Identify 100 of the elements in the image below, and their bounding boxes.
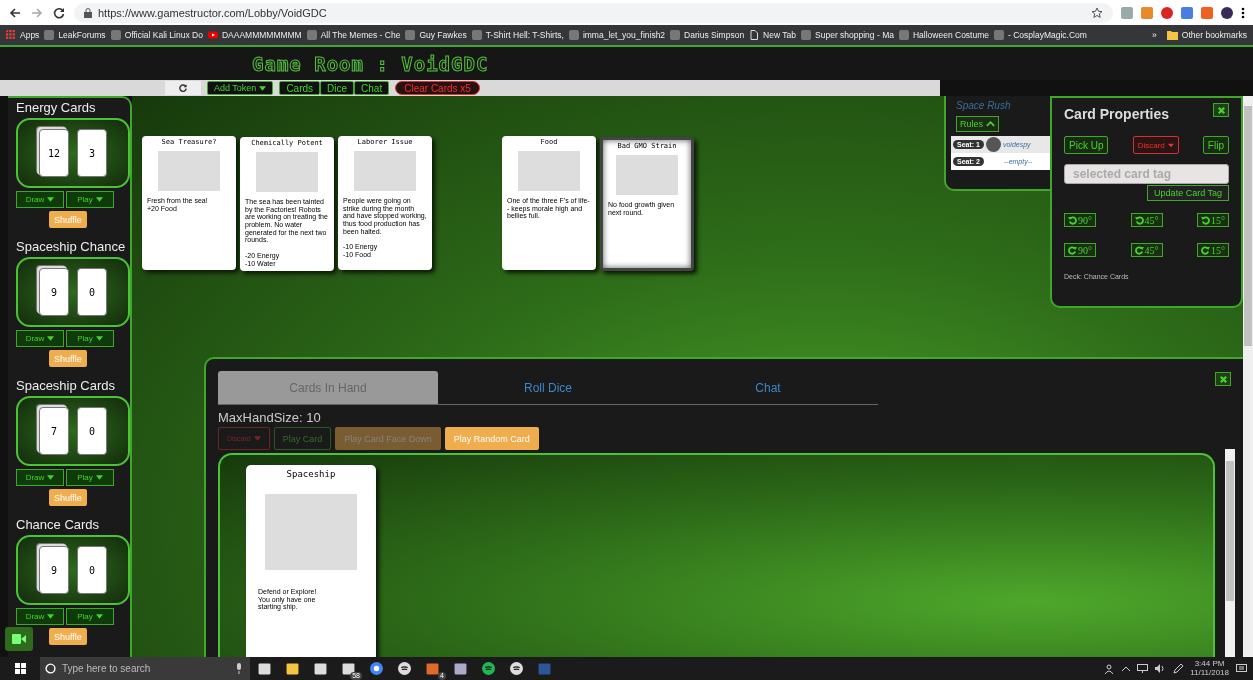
flip-button[interactable]: Flip <box>1202 136 1229 154</box>
rotate-button[interactable]: 15° <box>1197 213 1229 227</box>
deck-name: Energy Cards <box>16 100 96 115</box>
site-icon <box>471 30 482 40</box>
menu-icon[interactable] <box>1241 6 1245 19</box>
pen-icon[interactable] <box>1173 663 1184 674</box>
profile-avatar[interactable] <box>1221 6 1233 19</box>
speaker-icon[interactable] <box>1155 664 1167 673</box>
windows-logo-icon[interactable] <box>14 663 26 674</box>
discard-pile[interactable]: 3 <box>77 129 107 177</box>
bookmark-link[interactable]: Official Kali Linux Do <box>124 30 203 40</box>
caret-icon <box>47 614 55 619</box>
bookmark-link[interactable]: Darius Simpson <box>684 30 745 40</box>
play-button[interactable]: Play <box>66 330 114 347</box>
rotate-button[interactable]: 90° <box>1064 213 1096 227</box>
music-icon[interactable] <box>481 662 495 675</box>
bookmark-link[interactable]: imma_let_you_finish2 <box>582 30 666 40</box>
play-button[interactable]: Play <box>66 469 114 486</box>
browser-icon[interactable] <box>369 662 383 675</box>
refresh-button[interactable] <box>165 81 201 95</box>
scrollbar[interactable] <box>1225 449 1235 657</box>
caret-icon <box>95 336 103 341</box>
view-button[interactable]: Chat <box>354 81 390 95</box>
avatar <box>985 137 1001 152</box>
caret-icon <box>47 197 55 202</box>
tab[interactable]: Chat <box>658 371 878 404</box>
update-tag-button[interactable]: Update Card Tag <box>1147 185 1229 201</box>
page-title: Game Room : VoidGDC <box>252 52 489 75</box>
view-button[interactable]: Cards <box>279 81 321 95</box>
bookmark-link[interactable]: Super shopping - Ma <box>815 30 894 40</box>
deck-name: Spaceship Cards <box>16 378 115 393</box>
reload-icon[interactable] <box>52 5 66 20</box>
bookmark-link[interactable]: Guy Fawkes <box>419 30 467 40</box>
site-icon <box>44 30 55 40</box>
draw-pile[interactable]: 12 <box>39 129 69 177</box>
extension-icon[interactable] <box>1141 6 1153 19</box>
microphone-icon[interactable] <box>236 663 242 674</box>
more-bookmarks-button[interactable]: » <box>1152 30 1157 40</box>
draw-pile[interactable]: 9 <box>39 268 69 316</box>
draw-pile[interactable]: 7 <box>39 407 69 455</box>
discard-pile[interactable]: 0 <box>77 407 107 455</box>
card-tag-field[interactable]: selected card tag <box>1064 164 1229 184</box>
card-title: Spaceship <box>286 469 336 479</box>
pick-up-button[interactable]: Pick Up <box>1064 136 1109 154</box>
bookmark-link[interactable]: DAAAMMMMMMMM <box>221 30 302 40</box>
bookmark-link[interactable]: T-Shirt Hell: T-Shirts, <box>485 30 564 40</box>
bookmark-link[interactable]: Halloween Costume <box>912 30 990 40</box>
deck-name: Spaceship Chance <box>16 239 126 254</box>
extension-icon[interactable] <box>1181 6 1193 19</box>
search-field[interactable]: Type here to search <box>40 657 250 680</box>
url-text: https://www.gamestructor.com/Lobby/VoidGDC <box>98 6 327 19</box>
video-button[interactable] <box>5 627 33 651</box>
play-button[interactable]: Play <box>66 191 114 208</box>
rotate-button[interactable]: 45° <box>1130 243 1163 257</box>
draw-button[interactable]: Draw <box>16 608 64 625</box>
bookmark-link[interactable]: Apps <box>20 30 40 40</box>
rotate-left-icon <box>1134 215 1144 225</box>
chevron-up-icon[interactable] <box>1122 666 1131 671</box>
play-logo-icon <box>207 30 218 40</box>
rotate-button[interactable]: 15° <box>1197 243 1229 257</box>
play-button[interactable]: Play <box>66 608 114 625</box>
close-button[interactable] <box>1213 103 1229 117</box>
bookmark-link[interactable]: - CosplayMagic.Com <box>1008 30 1087 40</box>
bookmark-link[interactable]: LeakForums <box>58 30 106 40</box>
bookmark-link[interactable]: New Tab <box>763 30 797 40</box>
page-icon <box>749 30 760 40</box>
bookmark-folder[interactable]: Other bookmarks <box>1181 30 1247 40</box>
extension-icon[interactable] <box>1201 6 1213 19</box>
rotate-button[interactable]: 90° <box>1064 243 1096 257</box>
draw-button[interactable]: Draw <box>16 191 64 208</box>
clear-cards-button[interactable]: Clear Cards x5 <box>395 81 480 95</box>
rules-button[interactable]: Rules <box>956 116 999 132</box>
people-icon[interactable] <box>1105 663 1116 674</box>
discard-pile[interactable]: 0 <box>77 546 107 594</box>
caret-icon <box>95 475 103 480</box>
extension-icon[interactable] <box>1161 6 1173 19</box>
site-icon <box>898 30 909 40</box>
address-bar[interactable]: https://www.gamestructor.com/Lobby/VoidGDC <box>74 2 1113 23</box>
discard-pile[interactable]: 0 <box>77 268 107 316</box>
clock-date[interactable]: 11/11/2018 <box>1190 668 1229 678</box>
discard-button[interactable]: Discard <box>1132 136 1179 154</box>
draw-pile[interactable]: 9 <box>39 546 69 594</box>
draw-button[interactable]: Draw <box>16 330 64 347</box>
max-hand-size: MaxHandSize: 10 <box>218 410 322 425</box>
back-icon[interactable] <box>8 5 22 20</box>
clock-time[interactable]: 3:44 PM <box>1194 659 1225 669</box>
rotate-button[interactable]: 45° <box>1130 213 1163 227</box>
view-button[interactable]: Dice <box>320 81 355 95</box>
image-placeholder <box>616 155 678 195</box>
notification-icon[interactable] <box>1236 663 1247 674</box>
add-token-button[interactable]: Add Token <box>207 81 274 95</box>
close-button[interactable] <box>1215 372 1231 386</box>
star-icon[interactable] <box>1091 6 1103 19</box>
bookmark-link[interactable]: All The Memes - Che <box>320 30 401 40</box>
scrollbar[interactable] <box>1243 96 1253 657</box>
rotate-right-icon <box>1068 245 1077 255</box>
tab[interactable]: Roll Dice <box>438 371 658 404</box>
draw-button[interactable]: Draw <box>16 469 64 486</box>
network-icon[interactable] <box>1137 664 1149 673</box>
deck-name: Chance Cards <box>16 517 100 532</box>
